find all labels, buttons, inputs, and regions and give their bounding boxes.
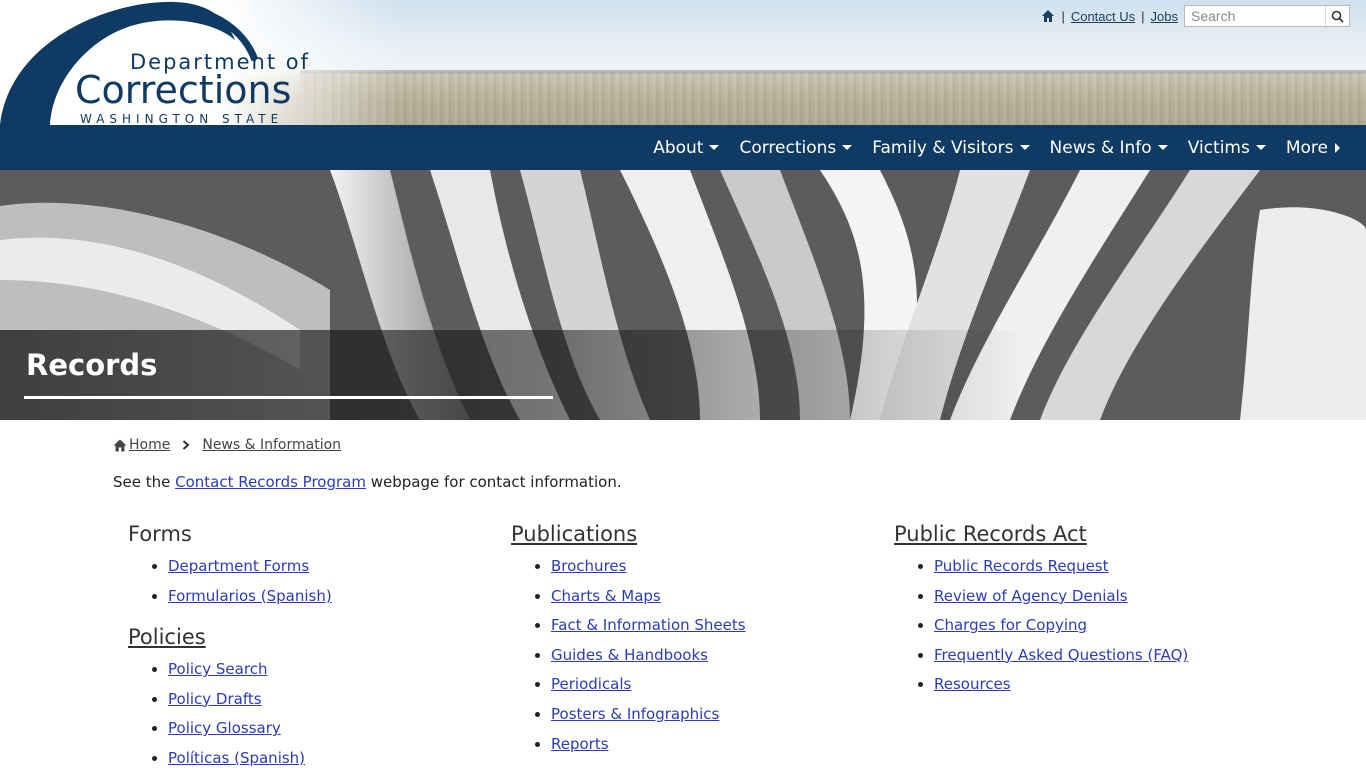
publications-list: Brochures Charts & Maps Fact & Informati…: [551, 552, 881, 759]
fact-sheets-link[interactable]: Fact & Information Sheets: [551, 616, 746, 634]
nav-item-corrections[interactable]: Corrections: [729, 125, 862, 170]
list-item: Políticas (Spanish): [168, 744, 498, 768]
policy-drafts-link[interactable]: Policy Drafts: [168, 690, 262, 708]
column-publications: Publications Brochures Charts & Maps Fac…: [511, 522, 881, 768]
search-box: [1184, 5, 1350, 27]
section-heading-publications[interactable]: Publications: [511, 522, 881, 546]
breadcrumb-news-link[interactable]: News & Information: [202, 437, 341, 453]
search-input[interactable]: [1185, 6, 1325, 26]
list-item: Department Forms: [168, 552, 498, 582]
contact-us-link[interactable]: Contact Us: [1071, 9, 1135, 24]
hero-banner: Records: [0, 170, 1366, 420]
policies-list: Policy Search Policy Drafts Policy Gloss…: [168, 655, 498, 768]
posters-infographics-link[interactable]: Posters & Infographics: [551, 705, 719, 723]
page-title: Records: [26, 348, 158, 382]
breadcrumb-home-link[interactable]: Home: [129, 437, 170, 453]
contact-records-link[interactable]: Contact Records Program: [175, 473, 366, 491]
nav-label: News & Info: [1049, 137, 1152, 158]
public-records-request-link[interactable]: Public Records Request: [934, 557, 1109, 575]
nav-label: More: [1285, 137, 1328, 158]
politicas-link[interactable]: Políticas (Spanish): [168, 749, 305, 767]
section-heading-policies[interactable]: Policies: [128, 625, 498, 649]
brochures-link[interactable]: Brochures: [551, 557, 626, 575]
column-forms-policies: Forms Department Forms Formularios (Span…: [128, 522, 498, 768]
section-heading-forms: Forms: [128, 522, 192, 546]
nav-label: Family & Visitors: [872, 137, 1014, 158]
list-item: Policy Drafts: [168, 685, 498, 715]
list-item: Policy Glossary: [168, 714, 498, 744]
list-item: Posters & Infographics: [551, 700, 881, 730]
list-item: Fact & Information Sheets: [551, 611, 881, 641]
list-item: Periodicals: [551, 670, 881, 700]
list-item: Formularios (Spanish): [168, 582, 498, 612]
column-public-records-act: Public Records Act Public Records Reques…: [894, 522, 1264, 714]
list-item: Review of Agency Denials: [934, 582, 1264, 612]
breadcrumb: Home News & Information: [113, 437, 341, 453]
periodicals-link[interactable]: Periodicals: [551, 675, 631, 693]
chevron-down-icon: [1157, 145, 1168, 150]
policy-glossary-link[interactable]: Policy Glossary: [168, 719, 281, 737]
chevron-down-icon: [709, 145, 720, 150]
home-icon[interactable]: [1041, 9, 1055, 23]
intro-before: See the: [113, 473, 176, 491]
logo-line-3: WASHINGTON STATE: [80, 112, 284, 125]
jobs-link[interactable]: Jobs: [1151, 9, 1178, 24]
charts-maps-link[interactable]: Charts & Maps: [551, 587, 661, 605]
list-item: Charts & Maps: [551, 582, 881, 612]
list-item: Policy Search: [168, 655, 498, 685]
logo-line-2: Corrections: [75, 68, 292, 112]
chevron-right-icon: [1335, 142, 1340, 153]
list-item: Charges for Copying: [934, 611, 1264, 641]
resources-link[interactable]: Resources: [934, 675, 1011, 693]
search-icon[interactable]: [1325, 6, 1349, 26]
charges-copying-link[interactable]: Charges for Copying: [934, 616, 1087, 634]
chevron-down-icon: [842, 145, 853, 150]
site-header: Department of Corrections WASHINGTON STA…: [0, 0, 1366, 125]
nav-item-family-visitors[interactable]: Family & Visitors: [862, 125, 1039, 170]
utility-separator: |: [1061, 8, 1065, 24]
title-underline: [24, 396, 553, 399]
list-item: Brochures: [551, 552, 881, 582]
doc-logo[interactable]: Department of Corrections WASHINGTON STA…: [0, 0, 330, 125]
nav-label: About: [653, 137, 704, 158]
nav-label: Corrections: [739, 137, 837, 158]
agency-denials-link[interactable]: Review of Agency Denials: [934, 587, 1128, 605]
list-item: Resources: [934, 670, 1264, 700]
header-landscape: [300, 72, 1366, 125]
hero-title-shade: [0, 330, 1366, 420]
utility-separator: |: [1141, 8, 1145, 24]
policy-search-link[interactable]: Policy Search: [168, 660, 267, 678]
department-forms-link[interactable]: Department Forms: [168, 557, 309, 575]
list-item: Frequently Asked Questions (FAQ): [934, 641, 1264, 671]
utility-bar: | Contact Us | Jobs: [1041, 4, 1350, 28]
intro-after: webpage for contact information.: [365, 473, 622, 491]
main-nav: About Corrections Family & Visitors News…: [0, 125, 1366, 170]
chevron-down-icon: [1019, 145, 1030, 150]
nav-label: Victims: [1187, 137, 1250, 158]
list-item: Public Records Request: [934, 552, 1264, 582]
list-item: Reports: [551, 730, 881, 760]
formularios-link[interactable]: Formularios (Spanish): [168, 587, 332, 605]
reports-link[interactable]: Reports: [551, 735, 609, 753]
chevron-right-icon: [183, 440, 190, 450]
home-icon: [113, 439, 127, 451]
chevron-down-icon: [1255, 145, 1266, 150]
public-records-list: Public Records Request Review of Agency …: [934, 552, 1264, 700]
forms-list: Department Forms Formularios (Spanish): [168, 552, 498, 611]
nav-item-news-info[interactable]: News & Info: [1040, 125, 1178, 170]
guides-handbooks-link[interactable]: Guides & Handbooks: [551, 646, 708, 664]
intro-text: See the Contact Records Program webpage …: [113, 473, 622, 491]
list-item: Guides & Handbooks: [551, 641, 881, 671]
nav-item-more[interactable]: More: [1276, 125, 1350, 170]
nav-item-about[interactable]: About: [643, 125, 729, 170]
section-heading-public-records-act[interactable]: Public Records Act: [894, 522, 1264, 546]
faq-link[interactable]: Frequently Asked Questions (FAQ): [934, 646, 1188, 664]
nav-item-victims[interactable]: Victims: [1178, 125, 1276, 170]
